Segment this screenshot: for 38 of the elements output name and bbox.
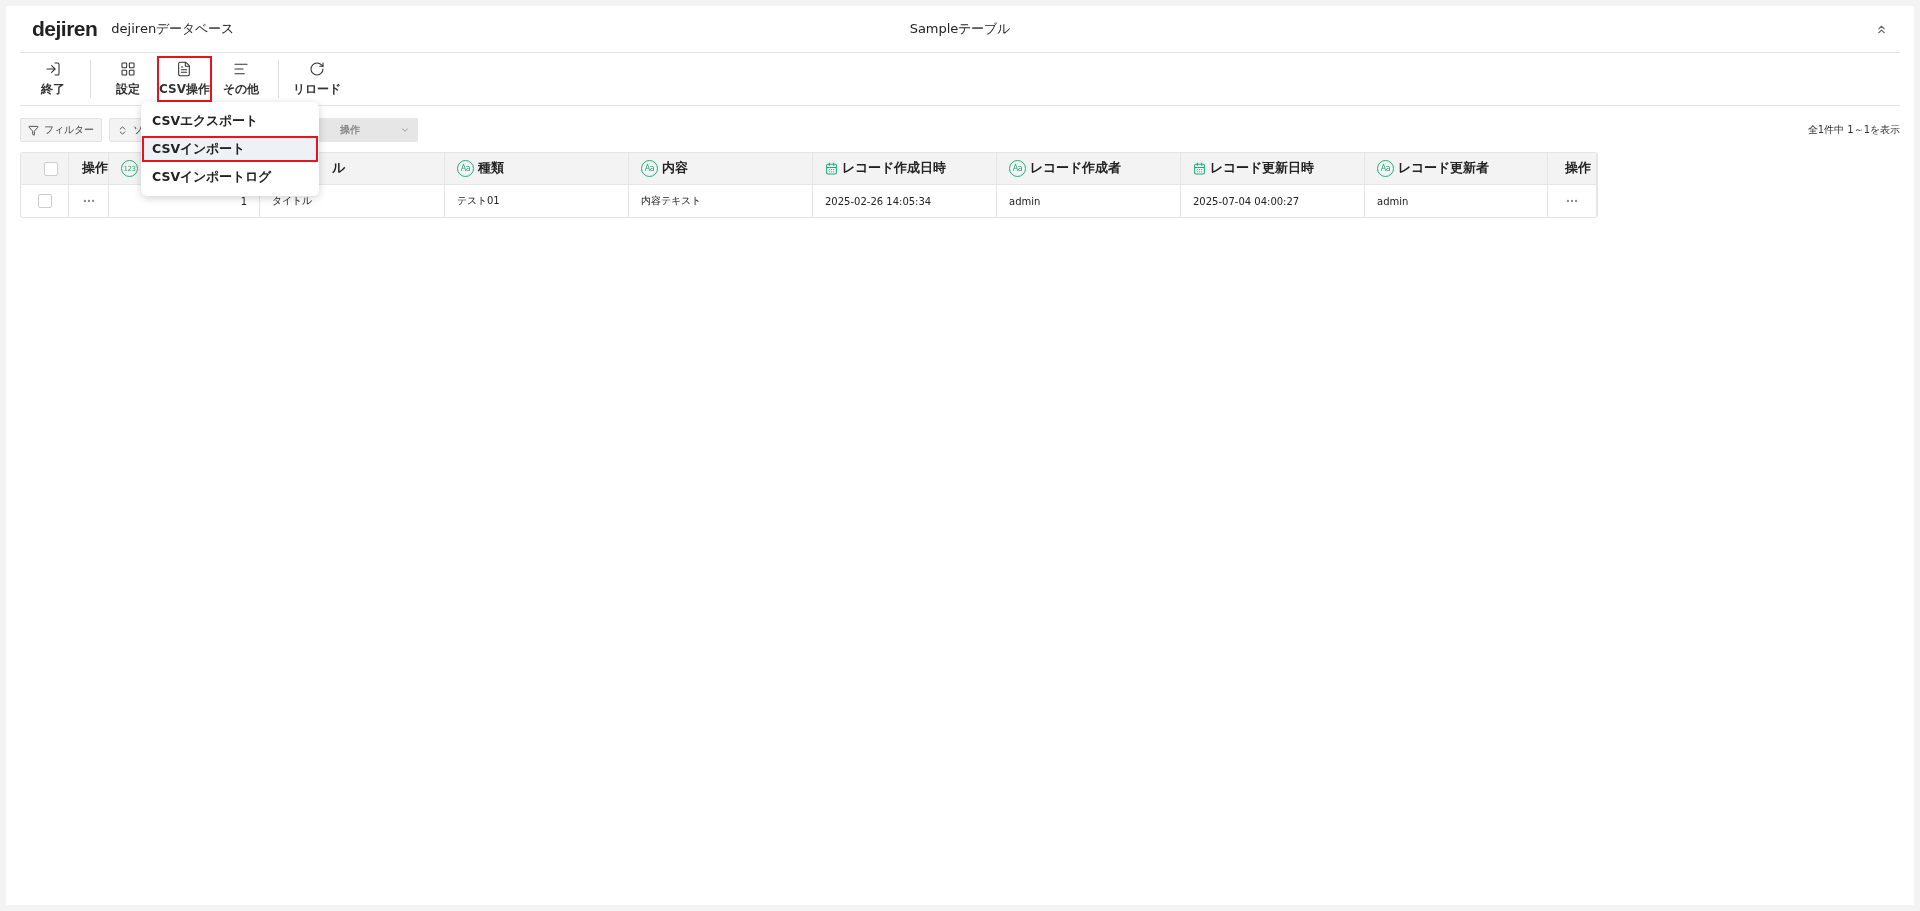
chevron-down-icon [400,125,410,135]
column-label: レコード作成者 [1030,160,1121,177]
toolbar-button[interactable]: リロード [290,56,343,102]
grid-icon [120,60,136,77]
toolbar-button[interactable]: CSV操作 [157,56,212,102]
table-cell: 2025-02-26 14:05:34 [813,185,997,217]
toolbar-button[interactable]: 設定 [103,56,153,102]
table-cell: 内容テキスト [629,185,813,217]
column-label: レコード作成日時 [842,160,946,177]
sort-icon [117,124,128,136]
filter-icon [28,124,39,136]
column-label: レコード更新者 [1398,160,1489,177]
logo: dejiren [32,17,98,41]
column-label: 種類 [478,160,504,177]
column-label: ル [332,160,345,177]
toolbar-button[interactable]: 終了 [28,56,78,102]
table-title: Sampleテーブル [909,20,1011,38]
document-icon [176,60,193,77]
checkbox[interactable] [43,161,58,176]
menu-item[interactable]: CSVインポート [142,136,318,162]
table-cell: テスト01 [445,185,629,217]
column-label: 操作 [1565,160,1591,177]
table-cell: 2025-07-04 04:00:27 [1181,185,1365,217]
toolbar-button[interactable]: その他 [215,56,266,102]
exit-icon [45,60,61,77]
column-label: 操作 [81,160,108,177]
reload-icon [308,60,325,77]
column-label: レコード更新日時 [1210,160,1314,177]
table-cell: タイトル [260,185,445,217]
column-label: 内容 [662,160,688,177]
checkbox[interactable] [37,194,52,208]
table-cell: admin [1365,185,1548,217]
record-count: 全1件中 1～1を表示 [1807,123,1900,137]
table-cell: admin [997,185,1181,217]
app-name: dejirenデータベース [111,20,235,38]
filter-button[interactable]: フィルター [20,118,102,142]
calendar-icon [1193,162,1206,175]
calendar-icon [825,162,838,175]
